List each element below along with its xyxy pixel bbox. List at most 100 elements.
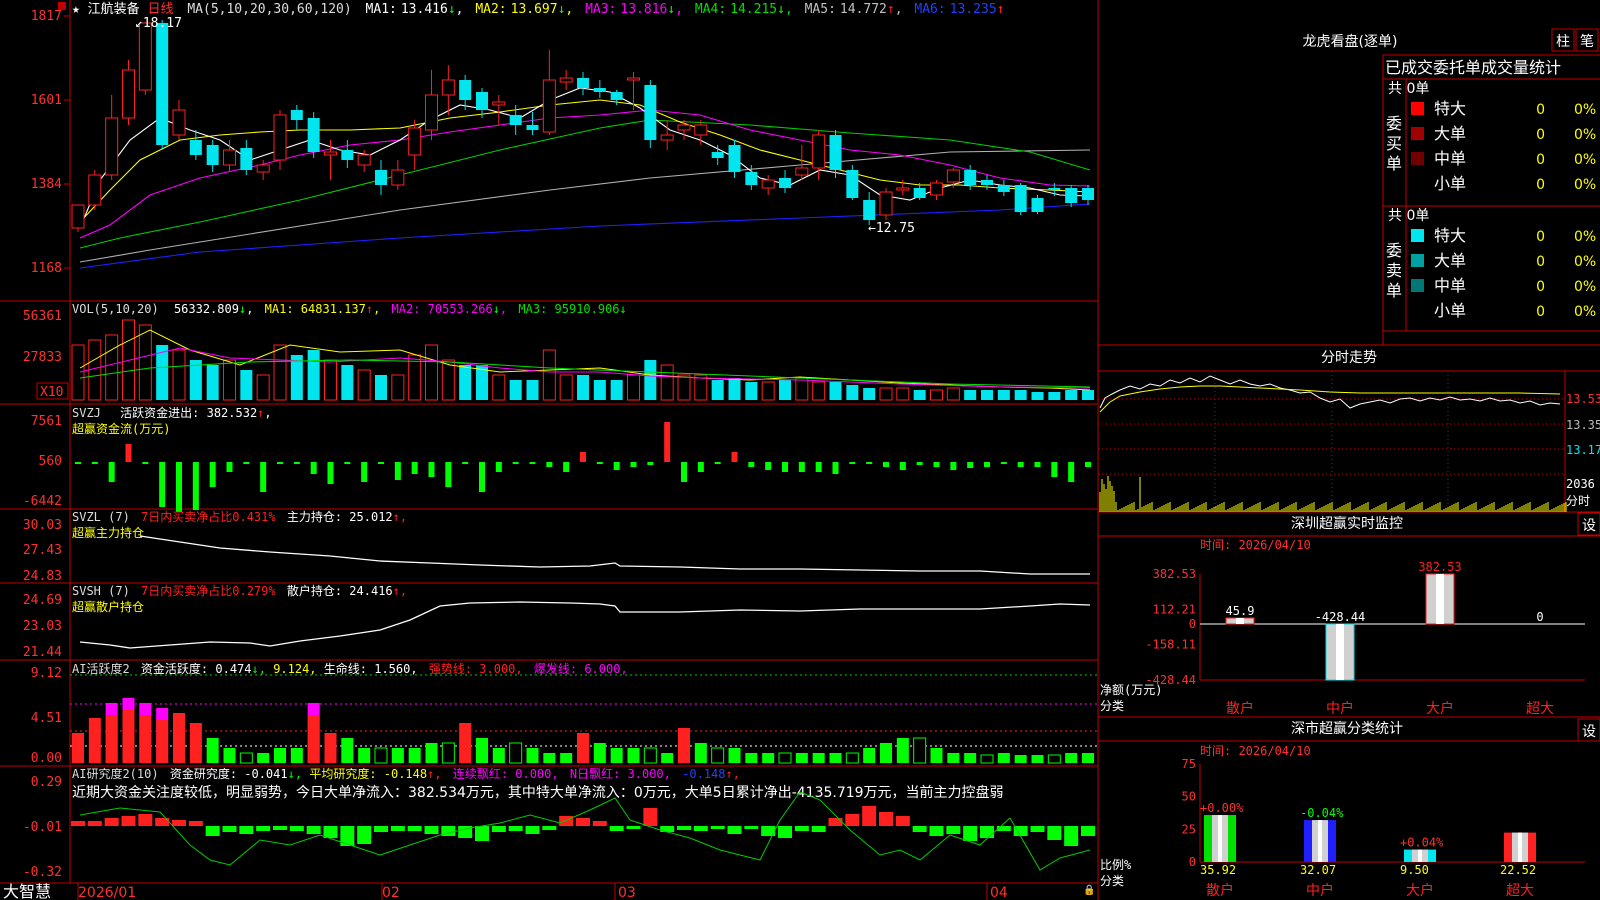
ai2-research-bar xyxy=(980,826,994,838)
candle-body xyxy=(896,187,910,191)
ai1-strongline: 强势线: 3.000, xyxy=(429,662,523,676)
classify-category-label: 超大 xyxy=(1506,883,1534,899)
classify-bar-highlight xyxy=(1318,820,1322,862)
svzl-axis-label: 27.43 xyxy=(23,543,62,558)
svzj-bar xyxy=(563,462,570,472)
volume-bar xyxy=(559,374,573,401)
volume-bar xyxy=(745,382,758,400)
ma3-line xyxy=(79,109,1091,239)
svzj-axis-label: 560 xyxy=(39,454,62,469)
ai1-activity-bar xyxy=(72,733,84,763)
ai1-activity-bar-hollow xyxy=(441,742,455,764)
volume-bar xyxy=(964,390,977,400)
sell-row-name: 大单 xyxy=(1434,251,1466,270)
buy-row-name: 特大 xyxy=(1434,99,1466,118)
svzl-axis-label: 24.83 xyxy=(23,569,62,584)
svsh-title: SVSH (7) xyxy=(72,584,130,598)
candle-body xyxy=(879,191,893,216)
monitor-bar-highlight xyxy=(1336,623,1344,680)
svzj-bar xyxy=(916,462,923,465)
ai2-research-bar xyxy=(727,826,742,834)
sell-color-swatch xyxy=(1411,304,1424,317)
ai1-activity-bar-hollow xyxy=(374,747,388,764)
volume-bar xyxy=(812,381,826,401)
ai2-research-bar xyxy=(895,816,910,826)
volume-bar xyxy=(795,377,809,401)
date-axis: 2026/01 02 03 04 xyxy=(78,885,1008,900)
classify-axis-label: 50 xyxy=(1182,790,1196,804)
sell-color-swatch xyxy=(1411,279,1424,292)
price-axis-label: 1384 xyxy=(31,177,62,192)
volume-bars xyxy=(71,319,1094,401)
ai2-research-bar xyxy=(374,826,388,832)
sell-row-name: 小单 xyxy=(1434,301,1466,320)
ai1-activity-bar-hollow xyxy=(711,747,725,764)
vol-axis-label: 56361 xyxy=(23,309,62,324)
ai2-research-bar xyxy=(592,821,607,826)
svzj-bar xyxy=(714,462,721,464)
ai2-research-bar xyxy=(693,826,708,831)
svzl-label: 主力持仓: 25.012 xyxy=(287,509,393,524)
volume-bar xyxy=(981,390,993,400)
candle-body xyxy=(324,151,337,156)
ai2-research-bar xyxy=(643,808,658,826)
svsh-ratio: 7日内买卖净占比0.279% xyxy=(141,583,276,598)
candle-body xyxy=(542,79,556,133)
svsh-label: 散户持仓: 24.416 xyxy=(287,583,393,598)
candle-body xyxy=(711,152,724,158)
ai1-activity-bar xyxy=(257,753,270,763)
volume-bar xyxy=(223,359,236,401)
volume-bar xyxy=(644,360,657,400)
ai2-avg: 平均研究度: -0.148 xyxy=(309,766,427,781)
volume-bar xyxy=(930,389,943,401)
svzj-bar xyxy=(1034,462,1041,467)
sell-row-name: 中单 xyxy=(1434,276,1466,295)
ai1-activity-bar xyxy=(408,748,421,763)
buy-color-swatch xyxy=(1411,152,1424,165)
ai1-activity-bar xyxy=(661,753,674,763)
ai2-research-bar xyxy=(1047,826,1062,840)
candle-body xyxy=(290,110,303,120)
volume-bar xyxy=(1048,392,1061,400)
ai1-activity-bar xyxy=(930,748,943,763)
volume-bar xyxy=(357,369,371,401)
monitor-bar-highlight xyxy=(1236,618,1244,624)
classify-value-label: 22.52 xyxy=(1500,863,1536,877)
ai2-arrow: ↓, xyxy=(288,767,302,781)
monitor-category-label: 超大 xyxy=(1526,701,1554,717)
ai1-activity-bar xyxy=(459,723,472,763)
volume-bar xyxy=(240,370,253,400)
classify-xlabel: 分类 xyxy=(1100,874,1124,888)
svzj-bar xyxy=(260,462,267,492)
ai1-activity-bar xyxy=(880,743,892,763)
ai1-value2: 9.124, xyxy=(273,662,316,676)
star-icon[interactable]: ★ xyxy=(72,2,80,17)
ai2-research-bar xyxy=(87,821,102,826)
svzj-bar xyxy=(899,462,906,470)
svzj-bar xyxy=(1085,462,1091,467)
volume-bar xyxy=(1065,390,1078,400)
ai1-activity-bar-lower xyxy=(307,715,320,763)
svzj-subtitle: 超赢资金流(万元) xyxy=(72,421,170,436)
ma4-value: 14.215 xyxy=(730,2,777,17)
volume-bar xyxy=(425,344,438,401)
svzj-bar xyxy=(479,462,485,492)
ai2-research-bar xyxy=(794,826,809,831)
svsh-axis-label: 23.03 xyxy=(23,619,62,634)
lock-icon[interactable]: 🔒 xyxy=(1083,884,1095,896)
svzj-bar xyxy=(664,422,671,462)
period-label[interactable]: 日线 xyxy=(148,2,174,17)
ma1-value: 13.416 xyxy=(401,2,448,17)
buy-row-name: 中单 xyxy=(1434,149,1466,168)
ai1-activity-bar xyxy=(189,723,202,763)
ai2-research-bar xyxy=(508,826,523,831)
sell-side-label: 单 xyxy=(1386,281,1402,300)
ai2-research-bar xyxy=(121,816,136,826)
classify-settings-label: 设 xyxy=(1582,724,1596,740)
candle-body xyxy=(391,169,405,186)
ai1-activity-bar-hollow xyxy=(1047,754,1061,764)
candle-body xyxy=(256,164,270,173)
ma3-label: MA3: xyxy=(585,2,616,17)
sell-side-label: 委 xyxy=(1386,241,1402,260)
ai1-activity-bar xyxy=(728,748,741,763)
